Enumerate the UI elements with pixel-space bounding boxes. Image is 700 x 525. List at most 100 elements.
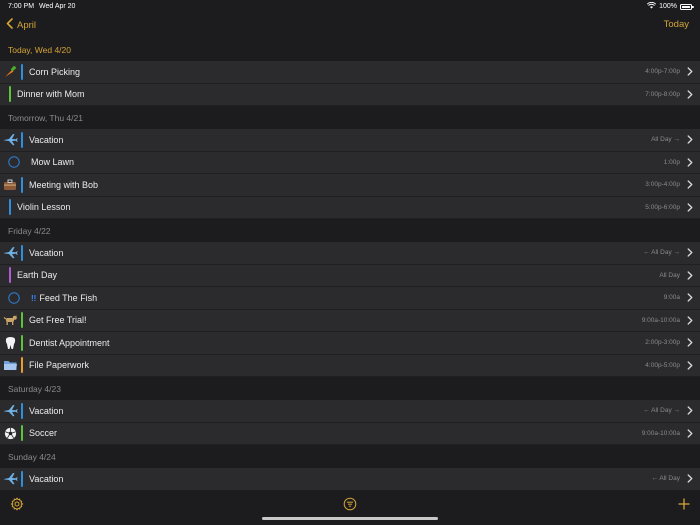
event-row[interactable]: Vacation ← All Day xyxy=(0,468,700,490)
calendar-color-bar xyxy=(9,267,11,284)
event-row[interactable]: Meeting with Bob 3:00p-4:00p xyxy=(0,174,700,197)
event-title: Dentist Appointment xyxy=(29,338,645,348)
event-row[interactable]: Get Free Trial! 9:00a-10:00a xyxy=(0,309,700,332)
event-title-text: Get Free Trial! xyxy=(29,315,87,326)
event-title-text: Vacation xyxy=(29,134,64,145)
section-header: Saturday 4/23 xyxy=(0,377,700,400)
event-title: Vacation xyxy=(29,406,643,416)
calendar-color-bar xyxy=(21,357,23,374)
calendar-color-bar xyxy=(21,131,23,148)
event-title-text: Feed The Fish xyxy=(39,292,98,303)
event-row[interactable]: Soccer 9:00a-10:00a xyxy=(0,422,700,445)
filter-icon xyxy=(343,497,357,515)
chevron-right-icon xyxy=(684,316,696,325)
wifi-icon xyxy=(646,1,657,11)
folder-icon xyxy=(0,359,20,371)
event-time: All Day → xyxy=(651,136,680,144)
event-time: 2:00p-3:00p xyxy=(645,339,680,347)
event-title-text: Meeting with Bob xyxy=(29,179,99,190)
status-date: Wed Apr 20 xyxy=(39,3,76,10)
event-title: Vacation xyxy=(29,474,651,484)
status-right: 100% xyxy=(646,1,694,11)
event-time: 7:00p-8:00p xyxy=(645,90,680,98)
event-row[interactable]: !! Feed The Fish 9:00a xyxy=(0,287,700,310)
event-list[interactable]: Today, Wed 4/20 Corn Picking 4:00p-7:00p Di… xyxy=(0,38,700,490)
calendar-color-bar xyxy=(21,312,23,329)
event-time: 1:00p xyxy=(663,158,680,166)
event-title: !! Feed The Fish xyxy=(31,293,664,303)
event-time: 9:00a-10:00a xyxy=(641,429,680,437)
calendar-color-bar xyxy=(21,334,23,351)
event-time: ← All Day xyxy=(651,475,680,483)
event-title: Violin Lesson xyxy=(17,202,645,212)
today-button[interactable]: Today xyxy=(664,19,689,30)
event-title: Dinner with Mom xyxy=(17,89,645,99)
event-time: All Day xyxy=(659,271,680,279)
chevron-right-icon xyxy=(684,406,696,415)
calendar-color-bar xyxy=(9,199,11,216)
event-title-text: Violin Lesson xyxy=(17,202,71,213)
event-row[interactable]: Dentist Appointment 2:00p-3:00p xyxy=(0,332,700,355)
chevron-right-icon xyxy=(684,474,696,483)
chevron-left-icon xyxy=(6,18,13,32)
event-row[interactable]: Vacation All Day → xyxy=(0,129,700,152)
event-title-text: Corn Picking xyxy=(29,66,81,77)
event-row[interactable]: Vacation ← All Day → xyxy=(0,242,700,265)
event-row[interactable]: Corn Picking 4:00p-7:00p xyxy=(0,61,700,84)
calendar-color-bar xyxy=(21,470,23,487)
event-title: Corn Picking xyxy=(29,67,645,77)
event-title-text: Dinner with Mom xyxy=(17,89,85,100)
section-header: Tomorrow, Thu 4/21 xyxy=(0,106,700,129)
event-row[interactable]: Dinner with Mom 7:00p-8:00p xyxy=(0,83,700,106)
chevron-right-icon xyxy=(684,158,696,167)
chevron-right-icon xyxy=(684,90,696,99)
task-circle-icon xyxy=(4,292,24,304)
chevron-right-icon xyxy=(684,135,696,144)
chevron-right-icon xyxy=(684,203,696,212)
chevron-right-icon xyxy=(684,429,696,438)
briefcase-icon xyxy=(0,178,20,191)
calendar-color-bar xyxy=(21,425,23,442)
event-row[interactable]: Earth Day All Day xyxy=(0,264,700,287)
event-title: Soccer xyxy=(29,428,642,438)
back-button[interactable]: April xyxy=(6,18,36,32)
chevron-right-icon xyxy=(684,361,696,370)
calendar-color-bar xyxy=(21,63,23,80)
event-title-text: Earth Day xyxy=(17,270,58,281)
settings-button[interactable] xyxy=(10,497,24,516)
status-bar: 7:00 PM Wed Apr 20 100% xyxy=(0,0,700,13)
event-row[interactable]: Mow Lawn 1:00p xyxy=(0,151,700,174)
nav-bar: April Today xyxy=(0,13,700,38)
event-title-text: Mow Lawn xyxy=(31,157,75,168)
calendar-color-bar xyxy=(9,86,11,103)
plus-icon xyxy=(677,498,691,515)
event-title-text: Dentist Appointment xyxy=(29,337,110,348)
event-title-text: Soccer xyxy=(29,428,58,439)
chevron-right-icon xyxy=(684,338,696,347)
event-title: Get Free Trial! xyxy=(29,315,642,325)
gear-icon xyxy=(10,497,24,515)
event-time: 9:00a xyxy=(663,294,680,302)
add-event-button[interactable] xyxy=(677,497,691,516)
event-row[interactable]: File Paperwork 4:00p-5:00p xyxy=(0,354,700,377)
chevron-right-icon xyxy=(684,271,696,280)
chevron-right-icon xyxy=(684,180,696,189)
chevron-right-icon xyxy=(684,67,696,76)
section-header: Sunday 4/24 xyxy=(0,445,700,468)
section-header: Friday 4/22 xyxy=(0,219,700,242)
task-circle-icon xyxy=(4,156,24,168)
filter-button[interactable] xyxy=(343,497,357,516)
section-header: Today, Wed 4/20 xyxy=(0,38,700,61)
carrot-icon xyxy=(0,65,20,79)
home-indicator[interactable] xyxy=(262,517,438,520)
battery-percent: 100% xyxy=(659,3,677,10)
event-time: 4:00p-7:00p xyxy=(645,68,680,76)
event-row[interactable]: Violin Lesson 5:00p-6:00p xyxy=(0,196,700,219)
back-label: April xyxy=(17,19,37,31)
event-row[interactable]: Vacation ← All Day → xyxy=(0,400,700,423)
event-title: Earth Day xyxy=(17,270,659,280)
event-title: File Paperwork xyxy=(29,360,645,370)
event-title: Meeting with Bob xyxy=(29,180,645,190)
event-title: Vacation xyxy=(29,135,651,145)
calendar-color-bar xyxy=(21,176,23,193)
